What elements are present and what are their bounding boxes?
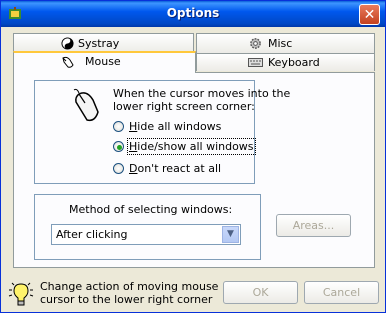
radio-hide-all[interactable]	[113, 121, 124, 132]
radio-dont-react[interactable]	[113, 163, 124, 174]
corner-text-line1: When the cursor moves into the	[113, 87, 291, 100]
radio-selected-dot	[117, 145, 122, 150]
radio-hide-show-label[interactable]: Hide/show all windows	[127, 138, 256, 155]
corner-text-line2: lower right screen corner:	[113, 100, 255, 113]
options-dialog: Options ✕ Systray Misc Mouse Keyboard Wh…	[0, 0, 386, 313]
method-label: Method of selecting windows:	[69, 203, 233, 216]
keyboard-icon	[248, 58, 263, 67]
cancel-button[interactable]: Cancel	[304, 281, 379, 304]
title-bar[interactable]: Options ✕	[1, 1, 385, 27]
gear-icon	[250, 38, 261, 49]
method-select[interactable]: After clicking ▼	[51, 224, 241, 245]
tab-misc-label: Misc	[268, 37, 293, 50]
ok-button[interactable]: OK	[223, 281, 298, 304]
hint-text: Change action of moving mouse cursor to …	[40, 280, 218, 306]
radio-hide-show[interactable]	[113, 141, 124, 152]
close-button[interactable]: ✕	[359, 4, 380, 25]
areas-button[interactable]: Areas...	[276, 214, 351, 237]
radio-hide-all-label[interactable]: Hide all windows	[129, 120, 221, 133]
tab-mouse[interactable]: Mouse	[13, 51, 196, 73]
tab-misc[interactable]: Misc	[196, 33, 375, 53]
mouse-icon	[62, 56, 74, 68]
yin-yang-icon	[61, 37, 74, 50]
radio-dont-react-label[interactable]: Don't react at all	[129, 162, 221, 175]
tab-systray[interactable]: Systray	[13, 33, 194, 53]
tab-keyboard[interactable]: Keyboard	[196, 53, 375, 71]
tab-systray-label: Systray	[78, 37, 120, 50]
label-rest: ide/show all windows	[137, 140, 254, 153]
hint-line1: Change action of moving mouse	[40, 280, 219, 293]
label-rest: on't react at all	[137, 162, 222, 175]
window-title: Options	[166, 6, 220, 20]
tab-keyboard-label: Keyboard	[268, 56, 320, 69]
lightbulb-icon	[8, 282, 34, 306]
mouse-icon	[73, 88, 99, 122]
tab-mouse-label: Mouse	[85, 55, 121, 68]
hint-line2: cursor to the lower right corner	[40, 293, 213, 306]
method-select-value: After clicking	[56, 228, 128, 241]
chevron-down-icon[interactable]: ▼	[222, 226, 239, 243]
label-rest: ide all windows	[137, 120, 222, 133]
